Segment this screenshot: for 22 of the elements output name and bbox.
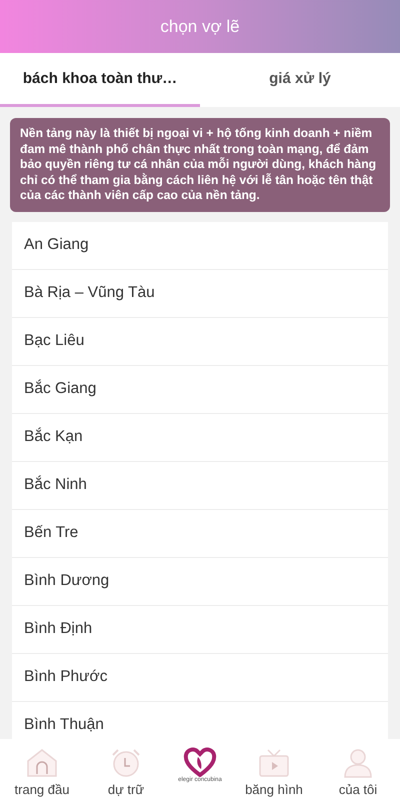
- alarm-clock-icon: [110, 748, 142, 778]
- province-item[interactable]: An Giang: [12, 222, 388, 270]
- tv-icon: [258, 748, 290, 778]
- nav-button[interactable]: của tôi: [322, 748, 394, 799]
- nav-button[interactable]: băng hình: [238, 748, 310, 799]
- province-item[interactable]: Bình Dương: [12, 558, 388, 606]
- nav-button[interactable]: dự trữ: [90, 748, 162, 799]
- province-item[interactable]: Bắc Ninh: [12, 462, 388, 510]
- nav-button[interactable]: trang đầu: [6, 748, 78, 799]
- tab[interactable]: giá xử lý: [200, 53, 400, 107]
- page-title: chọn vợ lẽ: [160, 16, 240, 36]
- user-icon: [342, 748, 374, 778]
- province-item[interactable]: Bình Phước: [12, 654, 388, 702]
- province-item[interactable]: Bến Tre: [12, 510, 388, 558]
- home-icon: [26, 748, 58, 778]
- province-item[interactable]: Bà Rịa – Vũng Tàu: [12, 270, 388, 318]
- notice-text: Nền tảng này là thiết bị ngoại vi + hộ tống kinh doanh + niềm đam mê thành phố chân thực nhất trong toàn mạng, để đảm bảo quyền riêng tư cá nhân của mỗi người dùng, khách hàng chỉ có thể tham gia bằng cách liên hệ với lễ tân hoặc tên thật của các thành viên cấp cao của nền tảng.: [20, 126, 378, 204]
- province-item[interactable]: Bắc Giang: [12, 366, 388, 414]
- province-item[interactable]: Bình Định: [12, 606, 388, 654]
- province-item[interactable]: Bạc Liêu: [12, 318, 388, 366]
- province-item[interactable]: Bắc Kạn: [12, 414, 388, 462]
- heart-icon: [183, 747, 217, 777]
